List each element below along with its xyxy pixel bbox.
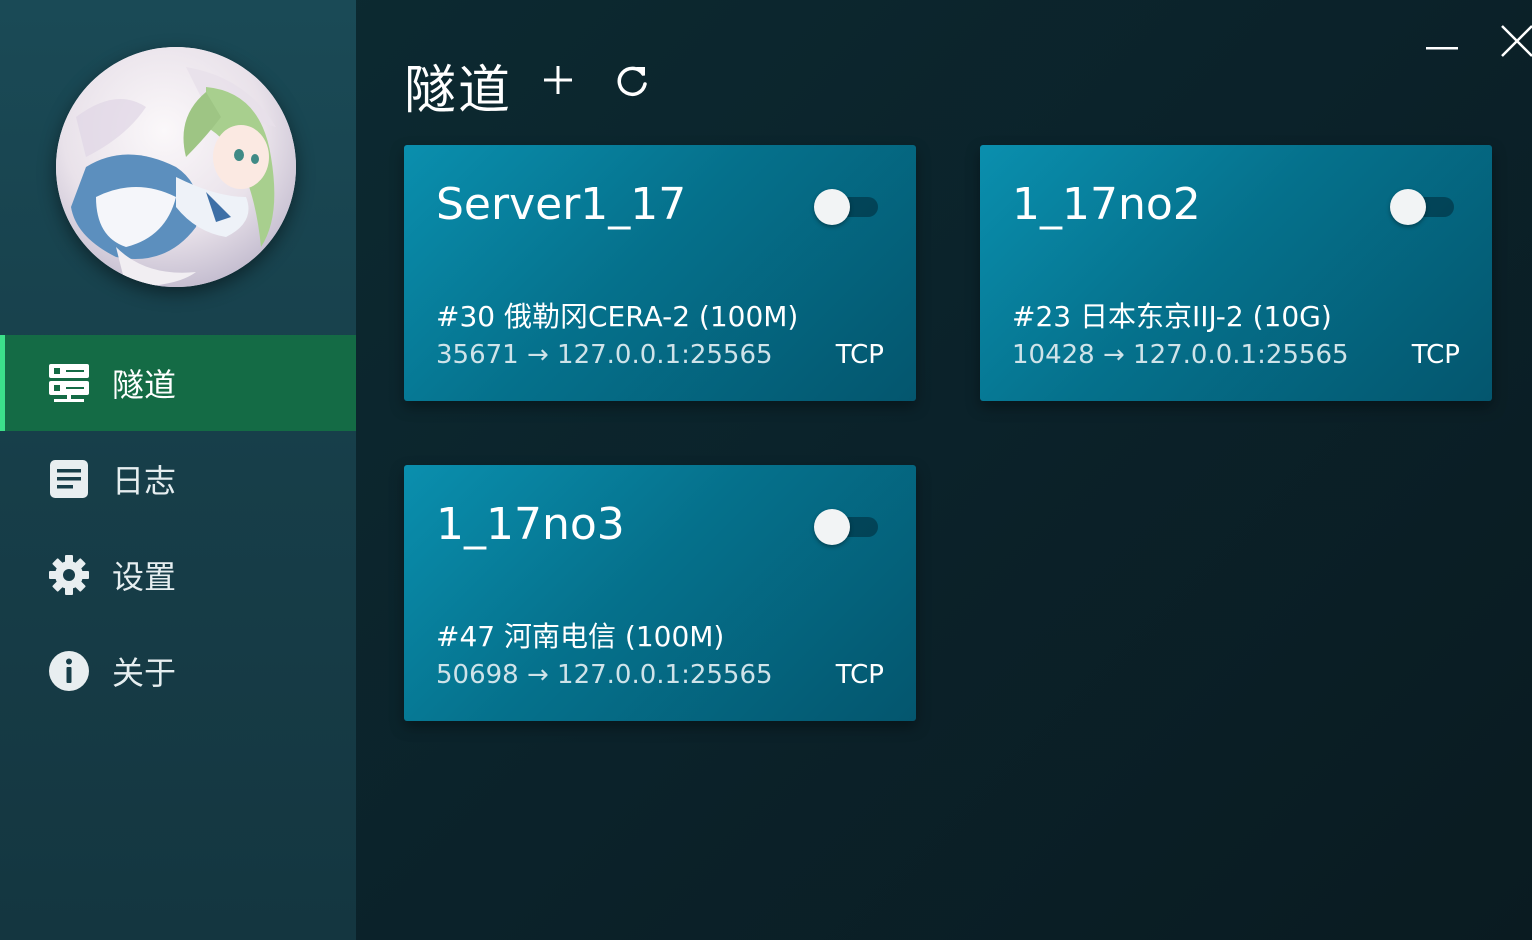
toggle-knob [1390,189,1426,225]
sidebar-item-label: 关于 [112,654,177,692]
tunnel-name: 1_17no2 [1012,179,1201,230]
tunnel-protocol: TCP [835,340,884,370]
sidebar: 隧道 日志 设置 关于 [0,0,356,940]
page-title: 隧道 [404,61,513,121]
tunnel-node: #23 日本东京IIJ-2 (10G) [1012,300,1332,333]
sidebar-item-label: 设置 [112,558,177,596]
sidebar-item-label: 日志 [112,462,177,500]
tunnel-port-mapping: 35671 → 127.0.0.1:25565 [436,340,773,370]
minimize-icon [1426,47,1458,50]
tunnel-port-mapping: 50698 → 127.0.0.1:25565 [436,660,773,690]
toggle-knob [814,509,850,545]
sidebar-item-logs[interactable]: 日志 [0,431,356,527]
tunnel-protocol: TCP [1411,340,1460,370]
tunnel-toggle[interactable] [1390,189,1456,225]
log-icon [48,458,90,500]
close-button[interactable] [1494,22,1532,66]
tunnel-port-mapping: 10428 → 127.0.0.1:25565 [1012,340,1349,370]
add-tunnel-button[interactable] [536,58,580,102]
tunnel-node: #30 俄勒冈CERA-2 (100M) [436,300,799,333]
avatar[interactable] [56,47,296,287]
sidebar-nav: 隧道 日志 设置 关于 [0,335,356,719]
refresh-button[interactable] [610,58,654,102]
tunnel-node: #47 河南电信 (100M) [436,620,725,653]
sidebar-item-settings[interactable]: 设置 [0,527,356,623]
tunnel-name: 1_17no3 [436,499,625,550]
tunnel-protocol: TCP [835,660,884,690]
sidebar-item-label: 隧道 [112,366,177,404]
toggle-knob [814,189,850,225]
sidebar-item-tunnels[interactable]: 隧道 [0,335,356,431]
tunnel-toggle[interactable] [814,509,880,545]
avatar-image [56,47,296,287]
info-icon [48,650,90,692]
tunnel-toggle[interactable] [814,189,880,225]
tunnel-card[interactable]: Server1_17 #30 俄勒冈CERA-2 (100M) 35671 → … [404,145,916,401]
tunnel-card[interactable]: 1_17no2 #23 日本东京IIJ-2 (10G) 10428 → 127.… [980,145,1492,401]
app-window: 隧道 日志 设置 关于 隧道 Server1_17 #30 俄勒冈CERA-2 … [0,0,1532,940]
close-icon [1501,25,1532,57]
refresh-icon [617,66,647,97]
sidebar-item-about[interactable]: 关于 [0,623,356,719]
gear-icon [48,554,90,596]
tunnel-card[interactable]: 1_17no3 #47 河南电信 (100M) 50698 → 127.0.0.… [404,465,916,721]
minimize-button[interactable] [1420,22,1464,66]
tunnel-name: Server1_17 [436,179,687,230]
plus-icon [544,66,572,94]
server-icon [48,362,90,404]
